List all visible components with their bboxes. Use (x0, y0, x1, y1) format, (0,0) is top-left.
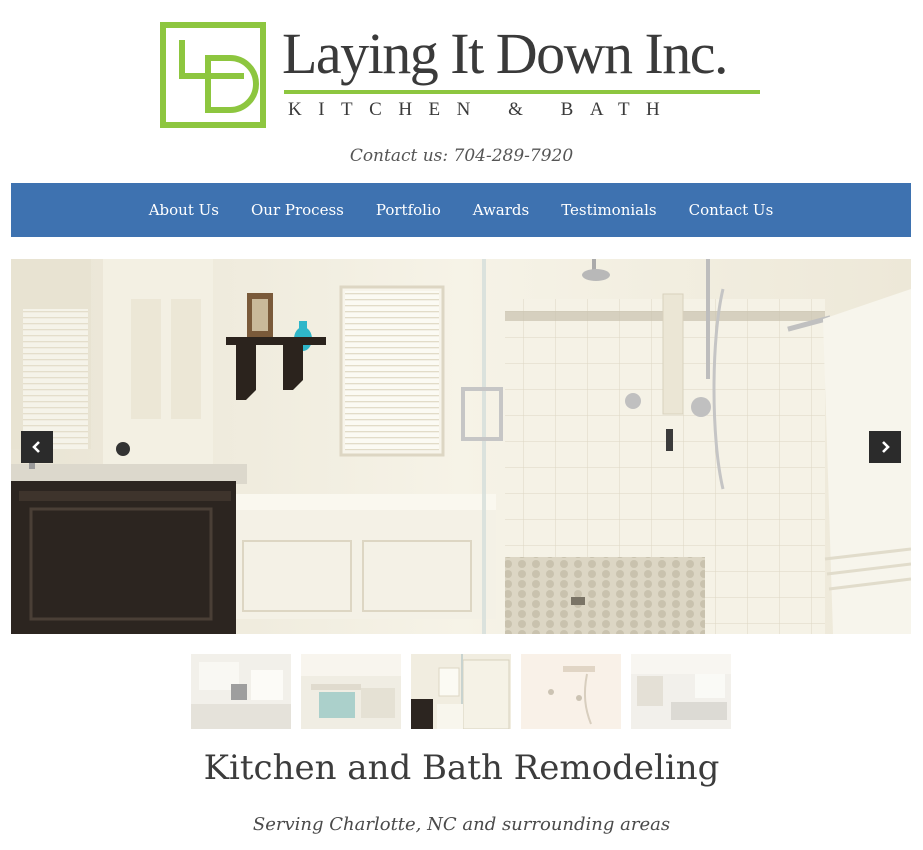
slider-next-button[interactable] (869, 431, 901, 463)
nav-about-us[interactable]: About Us (149, 201, 219, 219)
contact-phone[interactable]: Contact us: 704-289-7920 (0, 146, 923, 166)
ld-monogram-icon (160, 22, 266, 128)
hero-slider[interactable] (11, 259, 911, 634)
slider-thumbnails (191, 654, 731, 729)
page-headline: Kitchen and Bath Remodeling (203, 748, 720, 788)
nav-our-process[interactable]: Our Process (251, 201, 344, 219)
nav-contact-us[interactable]: Contact Us (689, 201, 774, 219)
thumbnail-bath-active[interactable] (411, 654, 511, 729)
main-nav: About Us Our Process Portfolio Awards Te… (11, 183, 911, 237)
chevron-left-icon (32, 441, 40, 453)
logo-divider (284, 90, 760, 94)
page-subheadline: Serving Charlotte, NC and surrounding ar… (252, 814, 671, 835)
nav-awards[interactable]: Awards (473, 201, 529, 219)
brand-name: Laying It Down Inc. (282, 21, 729, 86)
slider-prev-button[interactable] (21, 431, 53, 463)
thumbnail-shower[interactable] (521, 654, 621, 729)
nav-testimonials[interactable]: Testimonials (561, 201, 656, 219)
thumbnail-kitchen-1[interactable] (191, 654, 291, 729)
nav-portfolio[interactable]: Portfolio (376, 201, 441, 219)
chevron-right-icon (882, 441, 890, 453)
thumbnail-kitchen-2[interactable] (301, 654, 401, 729)
brand-tagline: KITCHEN & BATH (288, 99, 677, 120)
slide-image-bathroom (11, 259, 911, 634)
thumbnail-kitchen-3[interactable] (631, 654, 731, 729)
site-logo[interactable]: Laying It Down Inc. KITCHEN & BATH (160, 22, 770, 128)
